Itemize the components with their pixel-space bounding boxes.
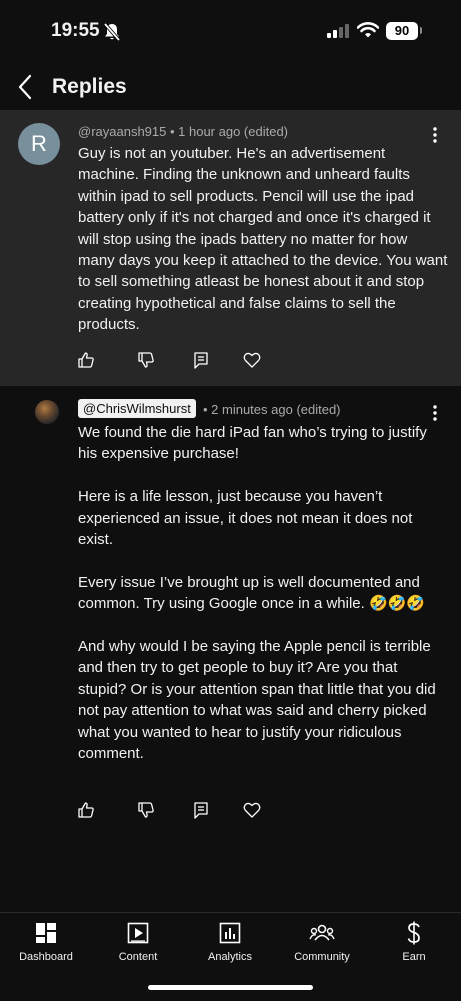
nav-label: Earn bbox=[402, 951, 426, 963]
comment-time: • 1 hour ago (edited) bbox=[166, 124, 289, 139]
more-options-icon[interactable] bbox=[433, 405, 437, 421]
like-icon[interactable] bbox=[77, 351, 95, 369]
page-title: Replies bbox=[52, 75, 127, 98]
more-options-icon[interactable] bbox=[433, 127, 437, 143]
nav-label: Community bbox=[294, 951, 350, 963]
reply-icon[interactable] bbox=[193, 351, 209, 369]
comment-author[interactable]: @ChrisWilmshurst bbox=[78, 399, 196, 418]
dislike-icon[interactable] bbox=[137, 351, 155, 369]
earn-icon bbox=[407, 921, 420, 945]
reply-icon[interactable] bbox=[193, 801, 209, 819]
nav-dashboard[interactable]: Dashboard bbox=[1, 921, 91, 963]
nav-analytics[interactable]: Analytics bbox=[185, 921, 275, 963]
like-icon[interactable] bbox=[77, 801, 95, 819]
status-time: 19:55 bbox=[51, 20, 100, 41]
comment-text: We found the die hard iPad fan who’s try… bbox=[78, 424, 436, 763]
nav-content[interactable]: Content bbox=[93, 921, 183, 963]
nav-label: Analytics bbox=[207, 951, 253, 963]
battery-indicator: 90 bbox=[386, 22, 418, 40]
status-bar: 19:55 90 bbox=[0, 0, 461, 62]
nav-community[interactable]: Community bbox=[277, 921, 367, 963]
home-indicator[interactable] bbox=[148, 985, 313, 990]
avatar[interactable] bbox=[35, 400, 59, 424]
bell-muted-icon bbox=[103, 22, 121, 42]
dislike-icon[interactable] bbox=[137, 801, 155, 819]
nav-label: Content bbox=[118, 951, 158, 963]
nav-label: Dashboard bbox=[19, 951, 73, 963]
community-icon bbox=[309, 924, 335, 941]
comment-author[interactable]: @rayaansh915 bbox=[78, 124, 166, 139]
comment-actions bbox=[77, 351, 277, 371]
comment-text: Guy is not an youtuber. He's an advertis… bbox=[78, 145, 448, 334]
avatar[interactable]: R bbox=[18, 123, 60, 165]
analytics-icon bbox=[219, 922, 241, 944]
content-icon bbox=[127, 922, 149, 944]
cellular-signal-icon bbox=[327, 24, 349, 38]
wifi-icon bbox=[357, 22, 379, 38]
heart-icon[interactable] bbox=[243, 801, 261, 819]
parent-comment: R @rayaansh915 • 1 hour ago (edited) Guy… bbox=[0, 110, 461, 386]
page-header: Replies bbox=[0, 62, 461, 110]
heart-icon[interactable] bbox=[243, 351, 261, 369]
battery-cap bbox=[420, 27, 422, 34]
dashboard-icon bbox=[36, 923, 56, 943]
comment-actions bbox=[77, 801, 277, 821]
nav-earn[interactable]: Earn bbox=[369, 921, 459, 963]
comment-meta: @rayaansh915 • 1 hour ago (edited) bbox=[78, 124, 288, 139]
comment-time: • 2 minutes ago (edited) bbox=[203, 402, 341, 417]
back-arrow-icon[interactable] bbox=[16, 74, 36, 100]
